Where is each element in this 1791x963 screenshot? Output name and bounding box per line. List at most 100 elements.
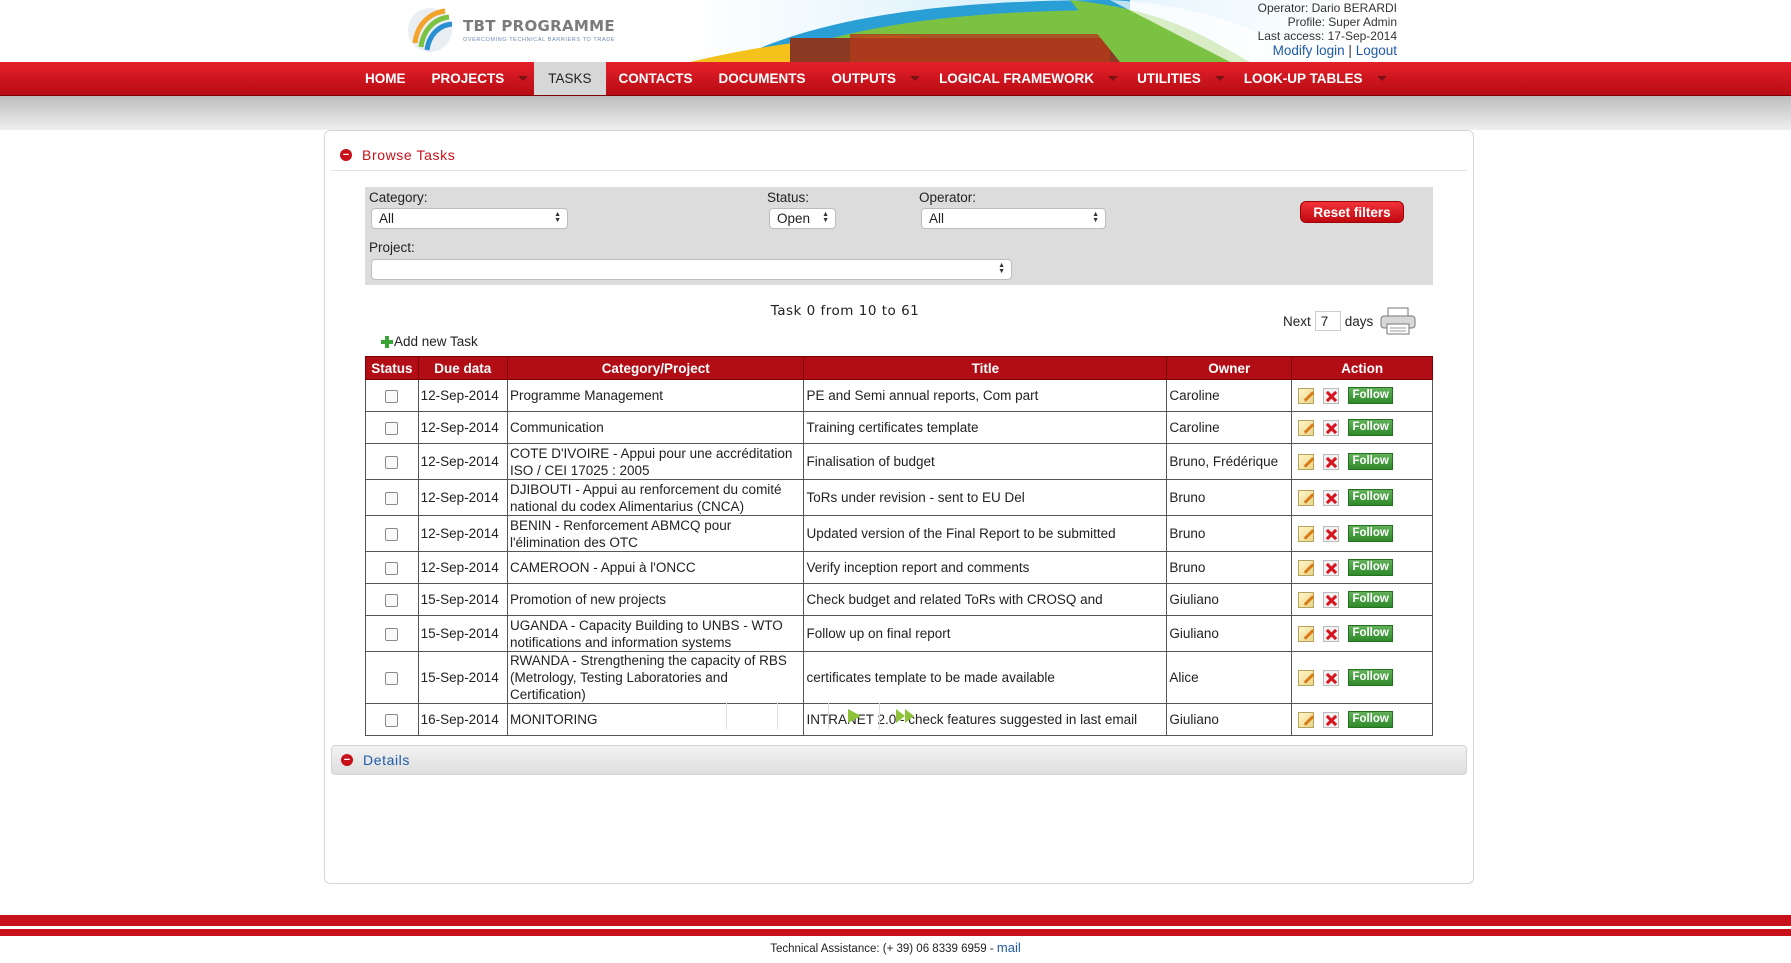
nav-contacts[interactable]: CONTACTS bbox=[606, 62, 706, 95]
edit-icon[interactable] bbox=[1298, 625, 1315, 642]
task-owner: Alice bbox=[1166, 651, 1293, 704]
reset-filters-button[interactable]: Reset filters bbox=[1300, 201, 1404, 223]
edit-icon[interactable] bbox=[1298, 419, 1315, 436]
status-checkbox[interactable] bbox=[385, 627, 399, 641]
task-count: Task 0 from 10 to 61 bbox=[770, 303, 920, 319]
header-banner-graphic bbox=[690, 0, 1791, 62]
table-row: 15-Sep-2014 RWANDA - Strengthening the c… bbox=[365, 651, 1433, 704]
nav-outputs[interactable]: OUTPUTS bbox=[819, 62, 927, 95]
follow-button[interactable]: Follow bbox=[1348, 559, 1394, 576]
edit-icon[interactable] bbox=[1298, 525, 1315, 542]
follow-button[interactable]: Follow bbox=[1348, 591, 1394, 608]
logout-link[interactable]: Logout bbox=[1356, 43, 1397, 58]
project-select[interactable]: ▲ ▼ bbox=[371, 259, 1012, 280]
previous-page-button[interactable] bbox=[777, 703, 828, 729]
task-title: certificates template to be made availab… bbox=[803, 651, 1168, 704]
column-header-due[interactable]: Due data bbox=[417, 356, 508, 380]
follow-button[interactable]: Follow bbox=[1348, 453, 1394, 470]
chevron-down-icon bbox=[910, 76, 921, 81]
delete-icon[interactable] bbox=[1323, 525, 1340, 542]
footer-stripe bbox=[0, 929, 1791, 936]
status-checkbox[interactable] bbox=[385, 389, 399, 403]
table-row: 12-Sep-2014 DJIBOUTI - Appui au renforce… bbox=[365, 479, 1433, 516]
status-select[interactable]: Open ▲ ▼ bbox=[769, 208, 836, 229]
status-checkbox[interactable] bbox=[385, 561, 399, 575]
footer-mail-link[interactable]: mail bbox=[997, 940, 1021, 955]
modify-login-link[interactable]: Modify login bbox=[1273, 43, 1345, 58]
column-header-category[interactable]: Category/Project bbox=[506, 356, 805, 380]
due-date: 12-Sep-2014 bbox=[417, 443, 508, 480]
next-page-button[interactable] bbox=[828, 703, 879, 729]
follow-button[interactable]: Follow bbox=[1348, 387, 1394, 404]
status-checkbox[interactable] bbox=[385, 491, 399, 505]
chevron-down-icon bbox=[518, 76, 529, 81]
last-access: Last access: 17-Sep-2014 bbox=[1257, 29, 1397, 43]
delete-icon[interactable] bbox=[1323, 559, 1340, 576]
edit-icon[interactable] bbox=[1298, 669, 1315, 686]
nav-documents[interactable]: DOCUMENTS bbox=[706, 62, 819, 95]
nav-utilities[interactable]: UTILITIES bbox=[1124, 62, 1231, 95]
nav-tasks[interactable]: TASKS bbox=[534, 62, 606, 95]
follow-button[interactable]: Follow bbox=[1348, 489, 1394, 506]
nav-home-label: HOME bbox=[365, 71, 406, 86]
status-checkbox[interactable] bbox=[385, 527, 399, 541]
nav-home[interactable]: HOME bbox=[352, 62, 419, 95]
edit-icon[interactable] bbox=[1298, 559, 1315, 576]
add-new-task-button[interactable]: Add new Task bbox=[381, 334, 478, 349]
status-checkbox[interactable] bbox=[385, 455, 399, 469]
delete-icon[interactable] bbox=[1323, 387, 1340, 404]
details-header[interactable]: − Details bbox=[331, 745, 1467, 775]
select-arrows-icon: ▲ ▼ bbox=[554, 211, 561, 224]
browse-tasks-header[interactable]: − Browse Tasks bbox=[331, 140, 1467, 171]
column-header-title[interactable]: Title bbox=[803, 356, 1168, 380]
days-input[interactable]: 7 bbox=[1314, 311, 1341, 331]
status-checkbox[interactable] bbox=[385, 713, 399, 727]
delete-icon[interactable] bbox=[1323, 489, 1340, 506]
task-title: PE and Semi annual reports, Com part bbox=[803, 379, 1168, 412]
nav-logical-framework[interactable]: LOGICAL FRAMEWORK bbox=[926, 62, 1124, 95]
status-checkbox[interactable] bbox=[385, 671, 399, 685]
first-page-button[interactable] bbox=[726, 703, 777, 729]
delete-icon[interactable] bbox=[1323, 711, 1340, 728]
follow-button[interactable]: Follow bbox=[1348, 711, 1394, 728]
nav-projects[interactable]: PROJECTS bbox=[419, 62, 535, 95]
column-header-owner[interactable]: Owner bbox=[1166, 356, 1293, 380]
operator-select[interactable]: All ▲ ▼ bbox=[921, 208, 1106, 229]
delete-icon[interactable] bbox=[1323, 419, 1340, 436]
table-header-row: Status Due data Category/Project Title O… bbox=[365, 356, 1433, 380]
status-checkbox[interactable] bbox=[385, 593, 399, 607]
follow-button[interactable]: Follow bbox=[1348, 625, 1394, 642]
delete-icon[interactable] bbox=[1323, 625, 1340, 642]
last-page-button[interactable] bbox=[879, 703, 930, 729]
follow-button[interactable]: Follow bbox=[1348, 419, 1394, 436]
delete-icon[interactable] bbox=[1323, 669, 1340, 686]
tbt-logo[interactable]: TBT PROGRAMME OVERCOMING TECHNICAL BARRI… bbox=[405, 4, 615, 56]
collapse-icon: − bbox=[340, 149, 352, 161]
status-checkbox[interactable] bbox=[385, 421, 399, 435]
due-date: 15-Sep-2014 bbox=[417, 651, 508, 704]
next-arrow-icon bbox=[847, 709, 861, 723]
delete-icon[interactable] bbox=[1323, 591, 1340, 608]
filters-box: Category: All ▲ ▼ Status: Open ▲ ▼ Operato… bbox=[365, 187, 1433, 285]
edit-icon[interactable] bbox=[1298, 387, 1315, 404]
nav-contacts-label: CONTACTS bbox=[618, 71, 693, 86]
follow-button[interactable]: Follow bbox=[1348, 669, 1394, 686]
category-select[interactable]: All ▲ ▼ bbox=[371, 208, 568, 229]
task-owner: Caroline bbox=[1166, 379, 1293, 412]
follow-button[interactable]: Follow bbox=[1348, 525, 1394, 542]
category-project: RWANDA - Strengthening the capacity of R… bbox=[506, 651, 805, 704]
column-header-status[interactable]: Status bbox=[365, 356, 419, 380]
delete-icon[interactable] bbox=[1323, 453, 1340, 470]
footer: Technical Assistance: (+ 39) 06 8339 695… bbox=[0, 940, 1791, 955]
edit-icon[interactable] bbox=[1298, 489, 1315, 506]
select-arrows-icon: ▲ ▼ bbox=[822, 211, 829, 224]
task-title: Updated version of the Final Report to b… bbox=[803, 515, 1168, 552]
edit-icon[interactable] bbox=[1298, 453, 1315, 470]
task-title: Training certificates template bbox=[803, 411, 1168, 444]
project-label: Project: bbox=[369, 240, 415, 255]
printer-icon[interactable] bbox=[1379, 307, 1417, 335]
column-header-action: Action bbox=[1291, 356, 1433, 380]
edit-icon[interactable] bbox=[1298, 711, 1315, 728]
nav-lookup-tables[interactable]: LOOK-UP TABLES bbox=[1231, 62, 1393, 95]
edit-icon[interactable] bbox=[1298, 591, 1315, 608]
